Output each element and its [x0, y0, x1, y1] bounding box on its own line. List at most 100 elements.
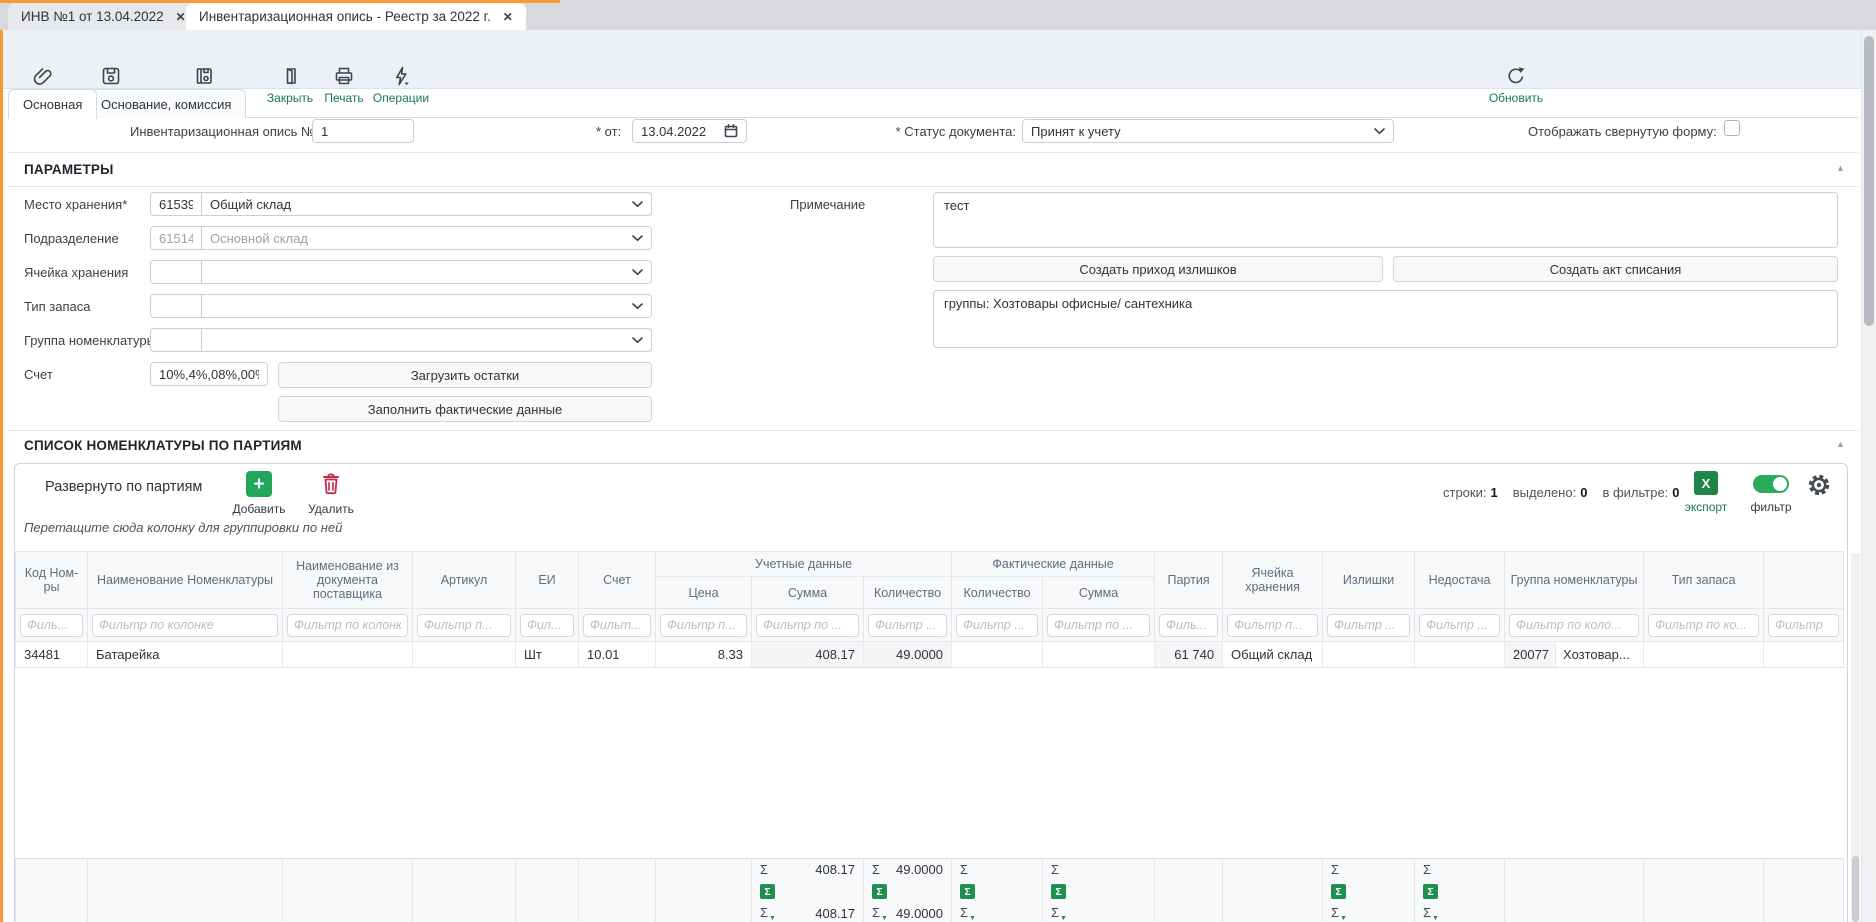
grid-cell[interactable]: Общий склад [1223, 642, 1323, 668]
date-input[interactable]: 13.04.2022 [632, 119, 747, 143]
column-filter-input[interactable] [1648, 614, 1759, 637]
account-input[interactable] [150, 362, 268, 386]
grid-cell[interactable] [952, 642, 1043, 668]
status-select[interactable]: Принят к учету [1022, 119, 1394, 143]
sum-badge-icon[interactable]: Σ [1331, 884, 1346, 899]
delete-trash-icon[interactable] [320, 472, 342, 496]
column-filter-input[interactable] [1159, 614, 1218, 637]
grid-scrollbar-thumb[interactable] [1852, 856, 1859, 922]
stock-type-select[interactable] [201, 294, 652, 318]
close-icon[interactable]: ✕ [176, 10, 186, 24]
grid-cell[interactable]: 34481 [16, 642, 88, 668]
column-header[interactable]: ЕИ [516, 552, 579, 609]
column-header[interactable]: Цена [656, 577, 752, 609]
column-filter-input[interactable] [583, 614, 651, 637]
storage-place-select[interactable]: Общий склад [201, 192, 652, 216]
column-filter-input[interactable] [1327, 614, 1410, 637]
column-filter-input[interactable] [956, 614, 1038, 637]
inventory-number-input[interactable] [312, 119, 414, 143]
column-header[interactable]: Наименование Номенклатуры [88, 552, 283, 609]
column-header[interactable]: Партия [1155, 552, 1223, 609]
collapse-list-icon[interactable]: ▲ [1836, 439, 1845, 449]
column-filter-input[interactable] [20, 614, 83, 637]
grid-cell[interactable] [283, 642, 413, 668]
column-filter-input[interactable] [1419, 614, 1500, 637]
column-filter-input[interactable] [1047, 614, 1150, 637]
column-filter-input[interactable] [868, 614, 947, 637]
column-filter-input[interactable] [660, 614, 747, 637]
print-button[interactable]: Печать [320, 65, 368, 104]
table-row[interactable]: 34481БатарейкаШт10.018.33408.1749.000061… [16, 642, 1844, 668]
column-header[interactable]: Количество [864, 577, 952, 609]
close-icon[interactable]: ✕ [503, 10, 513, 24]
department-code-input[interactable] [150, 226, 202, 250]
excel-export-icon[interactable]: X [1694, 471, 1718, 495]
column-header[interactable]: Сумма [752, 577, 864, 609]
load-balances-button[interactable]: Загрузить остатки [278, 362, 652, 388]
column-header[interactable]: Код Ном-ры [16, 552, 88, 609]
grid-cell[interactable]: 49.0000 [864, 642, 952, 668]
column-header[interactable]: Счет [579, 552, 656, 609]
column-header[interactable]: Наименование из документа поставщика [283, 552, 413, 609]
column-filter-input[interactable] [520, 614, 574, 637]
add-row-button[interactable]: + [246, 471, 272, 497]
refresh-button[interactable]: Обновить [1487, 65, 1545, 104]
fill-actual-data-button[interactable]: Заполнить фактические данные [278, 396, 652, 422]
column-filter-input[interactable] [1227, 614, 1318, 637]
groups-textarea[interactable]: группы: Хозтовары офисные/ сантехника [933, 290, 1838, 348]
storage-cell-code-input[interactable] [150, 260, 202, 284]
department-select[interactable]: Основной склад [201, 226, 652, 250]
grid-cell[interactable] [1323, 642, 1415, 668]
storage-cell-select[interactable] [201, 260, 652, 284]
column-filter-input[interactable] [417, 614, 511, 637]
column-header[interactable] [1764, 552, 1844, 609]
nomenclature-group-select[interactable] [201, 328, 652, 352]
create-surplus-receipt-button[interactable]: Создать приход излишков [933, 256, 1383, 282]
note-textarea[interactable]: тест [933, 192, 1838, 248]
storage-place-code-input[interactable] [150, 192, 202, 216]
tab-main[interactable]: Основная [8, 89, 97, 119]
column-filter-input[interactable] [287, 614, 408, 637]
collapse-params-icon[interactable]: ▲ [1836, 163, 1845, 173]
grid-cell[interactable]: 20077Хозтовар... [1505, 642, 1644, 668]
stock-type-code-input[interactable] [150, 294, 202, 318]
grid-cell[interactable] [1644, 642, 1764, 668]
grid-cell[interactable]: Шт [516, 642, 579, 668]
gear-icon[interactable] [1806, 472, 1832, 498]
tab-basis-commission[interactable]: Основание, комиссия [86, 89, 246, 118]
close-button[interactable]: Закрыть [264, 65, 316, 104]
column-filter-input[interactable] [756, 614, 859, 637]
column-header[interactable]: Излишки [1323, 552, 1415, 609]
page-scrollbar-thumb[interactable] [1864, 36, 1874, 326]
column-filter-input[interactable] [1768, 614, 1839, 637]
sum-badge-icon[interactable]: Σ [1051, 884, 1066, 899]
sum-badge-icon[interactable]: Σ [1423, 884, 1438, 899]
column-header[interactable]: Недостача [1415, 552, 1505, 609]
grid-cell[interactable] [1764, 642, 1844, 668]
calendar-icon[interactable] [724, 124, 738, 138]
column-header[interactable]: Группа номенклатуры [1505, 552, 1644, 609]
column-header[interactable]: Количество [952, 577, 1043, 609]
column-filter-input[interactable] [1509, 614, 1639, 637]
sum-badge-icon[interactable]: Σ [960, 884, 975, 899]
nomenclature-group-code-input[interactable] [150, 328, 202, 352]
grid-cell[interactable] [1415, 642, 1505, 668]
grid-cell[interactable]: 8.33 [656, 642, 752, 668]
sum-badge-icon[interactable]: Σ [872, 884, 887, 899]
column-header[interactable]: Ячейка хранения [1223, 552, 1323, 609]
column-header[interactable]: Сумма [1043, 577, 1155, 609]
create-writeoff-act-button[interactable]: Создать акт списания [1393, 256, 1838, 282]
column-header[interactable]: Артикул [413, 552, 516, 609]
window-tab-document[interactable]: ИНВ №1 от 13.04.2022 ✕ [8, 3, 199, 30]
collapsed-form-checkbox[interactable] [1724, 120, 1740, 136]
operations-button[interactable]: Операции [372, 65, 430, 104]
column-filter-input[interactable] [92, 614, 278, 637]
grid-cell[interactable]: 408.17 [752, 642, 864, 668]
grid-cell[interactable]: 10.01 [579, 642, 656, 668]
grid-cell[interactable]: Батарейка [88, 642, 283, 668]
grid-cell[interactable] [1043, 642, 1155, 668]
grid-cell[interactable] [413, 642, 516, 668]
window-tab-register[interactable]: Инвентаризационная опись - Реестр за 202… [186, 3, 526, 30]
column-header[interactable]: Тип запаса [1644, 552, 1764, 609]
sum-badge-icon[interactable]: Σ [760, 884, 775, 899]
